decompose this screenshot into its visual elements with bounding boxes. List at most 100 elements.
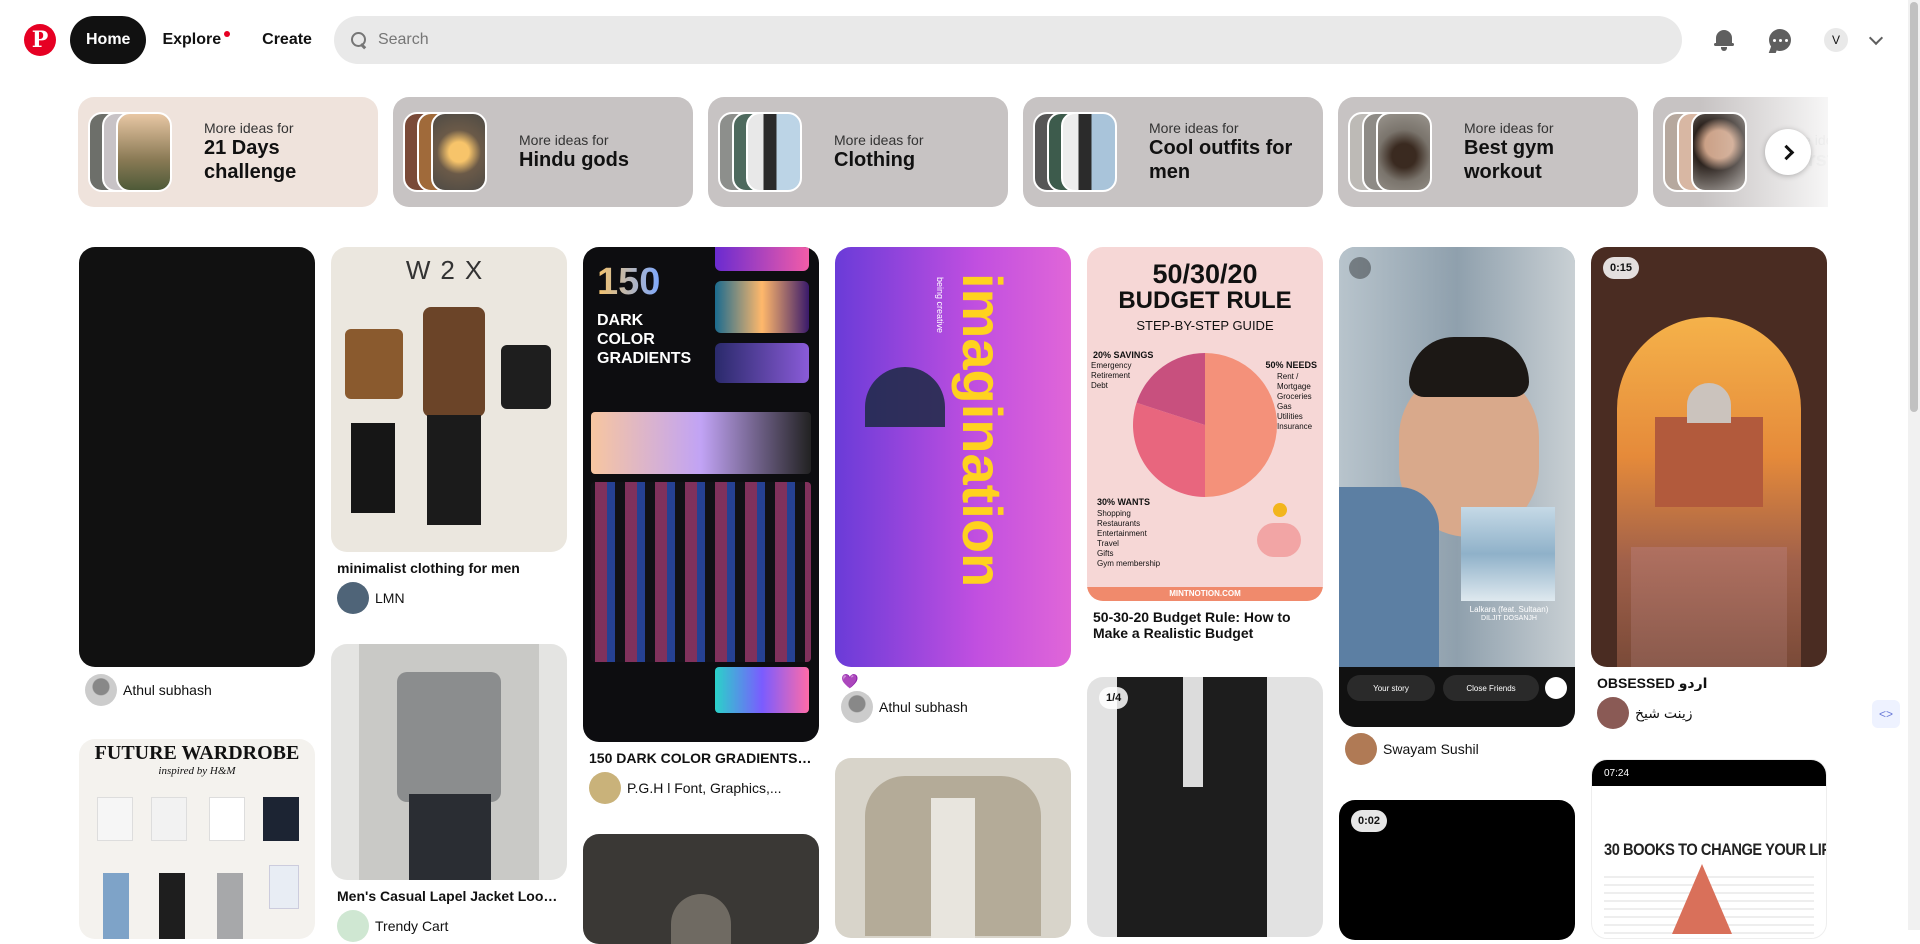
- pin-card[interactable]: 150 DARK COLOR GRADIENTS 150 DARK COLOR …: [583, 247, 819, 804]
- pin-card[interactable]: W2X minimalist clothing for men LMN: [331, 247, 567, 614]
- needs-label: 50% NEEDS: [1265, 360, 1317, 370]
- pin-author[interactable]: P.G.H l Font, Graphics,...: [589, 772, 813, 804]
- video-duration-badge: 0:02: [1351, 810, 1388, 832]
- account-menu-button[interactable]: [1860, 16, 1892, 64]
- music-sticker-song: Lalkara (feat. Sultaan): [1469, 605, 1549, 614]
- extension-widget-icon[interactable]: <>: [1872, 700, 1900, 728]
- your-story-button: Your story: [1347, 675, 1435, 701]
- author-avatar: [841, 691, 873, 723]
- pin-image-subtitle: inspired by H&M: [158, 765, 236, 777]
- idea-thumbnail-stack: [1033, 112, 1133, 192]
- pin-author[interactable]: Athul subhash: [85, 674, 309, 706]
- back-icon: [1349, 257, 1371, 279]
- pin-card[interactable]: 07:24 30 BOOKS TO CHANGE YOUR LIFE: [1591, 759, 1827, 939]
- pin-card[interactable]: [583, 834, 819, 944]
- author-name: LMN: [375, 590, 405, 606]
- pin-image[interactable]: 150 DARK COLOR GRADIENTS: [583, 247, 819, 742]
- idea-card-cool-outfits-for-men[interactable]: More ideas for Cool outfits for men: [1023, 97, 1323, 207]
- carousel-next-button[interactable]: [1765, 129, 1811, 175]
- idea-card-best-gym-workout[interactable]: More ideas for Best gym workout: [1338, 97, 1638, 207]
- pin-title[interactable]: OBSESSED اردو: [1597, 675, 1821, 691]
- chat-bubble-icon: [1769, 29, 1791, 51]
- bell-icon: [1714, 29, 1734, 51]
- nav-explore-button[interactable]: Explore: [146, 16, 246, 64]
- pin-author[interactable]: زینت شیخ: [1597, 697, 1821, 729]
- nav-explore-label: Explore: [162, 31, 222, 48]
- nav-create-button[interactable]: Create: [246, 16, 328, 64]
- pin-author[interactable]: Swayam Sushil: [1345, 733, 1569, 765]
- pie-slice-50-needs: [1205, 353, 1277, 497]
- user-avatar: V: [1824, 28, 1848, 52]
- pin-image[interactable]: [79, 247, 315, 667]
- nav-home-button[interactable]: Home: [70, 16, 147, 64]
- piggy-bank-icon: [1257, 523, 1301, 557]
- chevron-right-icon: [1778, 144, 1794, 160]
- pin-card[interactable]: 0:02: [1339, 800, 1575, 940]
- pin-image[interactable]: 0:02: [1339, 800, 1575, 940]
- pin-title[interactable]: 150 DARK COLOR GRADIENTS |...: [589, 750, 813, 766]
- pin-image[interactable]: 1/4: [1087, 677, 1323, 937]
- author-name: Swayam Sushil: [1383, 741, 1479, 757]
- pin-card[interactable]: 1/4: [1087, 677, 1323, 937]
- pin-image-caption: being creative: [935, 277, 945, 334]
- idea-title: 21 Days challenge: [204, 137, 297, 183]
- pin-card[interactable]: Athul subhash: [79, 247, 315, 706]
- idea-card-hindu-gods[interactable]: More ideas for Hindu gods: [393, 97, 693, 207]
- pin-image[interactable]: 0:15: [1591, 247, 1827, 667]
- idea-card-21-days-challenge[interactable]: More ideas for 21 Days challenge: [78, 97, 378, 207]
- author-name: Athul subhash: [123, 682, 212, 698]
- author-avatar: [85, 674, 117, 706]
- idea-title: Cool outfits for men: [1149, 137, 1293, 183]
- idea-prefix: More ideas for: [1149, 120, 1239, 136]
- pin-title[interactable]: minimalist clothing for men: [337, 560, 561, 576]
- pin-image[interactable]: [835, 758, 1071, 938]
- scrollbar-thumb[interactable]: [1910, 2, 1918, 412]
- pin-image[interactable]: 50/30/20 BUDGET RULE STEP-BY-STEP GUIDE …: [1087, 247, 1323, 601]
- pin-card[interactable]: Men's Casual Lapel Jacket Loos... Trendy…: [331, 644, 567, 942]
- messages-button[interactable]: [1756, 16, 1804, 64]
- pin-author[interactable]: LMN: [337, 582, 561, 614]
- pin-title[interactable]: 50-30-20 Budget Rule: How to Make a Real…: [1093, 609, 1317, 641]
- wants-label: 30% WANTS: [1097, 497, 1151, 507]
- pinterest-logo-icon[interactable]: P: [24, 24, 56, 56]
- pin-image[interactable]: 07:24 30 BOOKS TO CHANGE YOUR LIFE: [1591, 759, 1827, 939]
- pin-image[interactable]: W2X: [331, 247, 567, 552]
- author-name: P.G.H l Font, Graphics,...: [627, 780, 782, 796]
- pin-author[interactable]: Athul subhash: [841, 691, 1065, 723]
- search-bar[interactable]: [333, 16, 1682, 64]
- pin-card[interactable]: 0:15 OBSESSED اردو زینت شیخ: [1591, 247, 1827, 729]
- needs-items: Rent / Mortgage Groceries Gas Utilities …: [1277, 372, 1313, 431]
- profile-button[interactable]: V: [1812, 16, 1860, 64]
- pin-author[interactable]: Trendy Cart: [337, 910, 561, 942]
- pin-card[interactable]: [835, 758, 1071, 938]
- pin-card[interactable]: 50/30/20 BUDGET RULE STEP-BY-STEP GUIDE …: [1087, 247, 1323, 641]
- page-scrollbar[interactable]: [1908, 0, 1920, 930]
- notifications-button[interactable]: [1700, 16, 1748, 64]
- pin-card[interactable]: imagination being creative 💜 Athul subha…: [835, 247, 1071, 723]
- pin-image-heading: DARK COLOR GRADIENTS: [597, 312, 692, 367]
- close-friends-button: Close Friends: [1443, 675, 1539, 701]
- video-duration-badge: 0:15: [1603, 257, 1640, 279]
- pin-image[interactable]: [331, 644, 567, 880]
- pin-image[interactable]: [583, 834, 819, 944]
- pin-image[interactable]: FUTURE WARDROBE inspired by H&M: [79, 739, 315, 939]
- idea-thumbnail-stack: [1348, 112, 1448, 192]
- author-avatar: [337, 910, 369, 942]
- pin-image-word: imagination: [951, 273, 1014, 588]
- idea-prefix: More ideas for: [834, 132, 924, 148]
- brand-logo: W2X: [405, 255, 493, 285]
- pin-card[interactable]: Lalkara (feat. Sultaan) DILJIT DOSANJH Y…: [1339, 247, 1575, 765]
- idea-thumbnail-stack: [88, 112, 188, 192]
- pin-image[interactable]: imagination being creative: [835, 247, 1071, 667]
- search-input[interactable]: [377, 31, 1666, 49]
- idea-card-clothing[interactable]: More ideas for Clothing: [708, 97, 1008, 207]
- pin-image[interactable]: Lalkara (feat. Sultaan) DILJIT DOSANJH Y…: [1339, 247, 1575, 727]
- wants-items: Shopping Restaurants Entertainment Trave…: [1097, 509, 1161, 568]
- idea-prefix: More ideas for: [1464, 120, 1554, 136]
- pin-image-title: FUTURE WARDROBE: [94, 742, 300, 764]
- music-sticker-artist: DILJIT DOSANJH: [1481, 615, 1537, 622]
- pin-title[interactable]: Men's Casual Lapel Jacket Loos...: [337, 888, 561, 904]
- pin-card[interactable]: FUTURE WARDROBE inspired by H&M: [79, 739, 315, 939]
- coin-icon: [1273, 503, 1287, 517]
- author-avatar: [1345, 733, 1377, 765]
